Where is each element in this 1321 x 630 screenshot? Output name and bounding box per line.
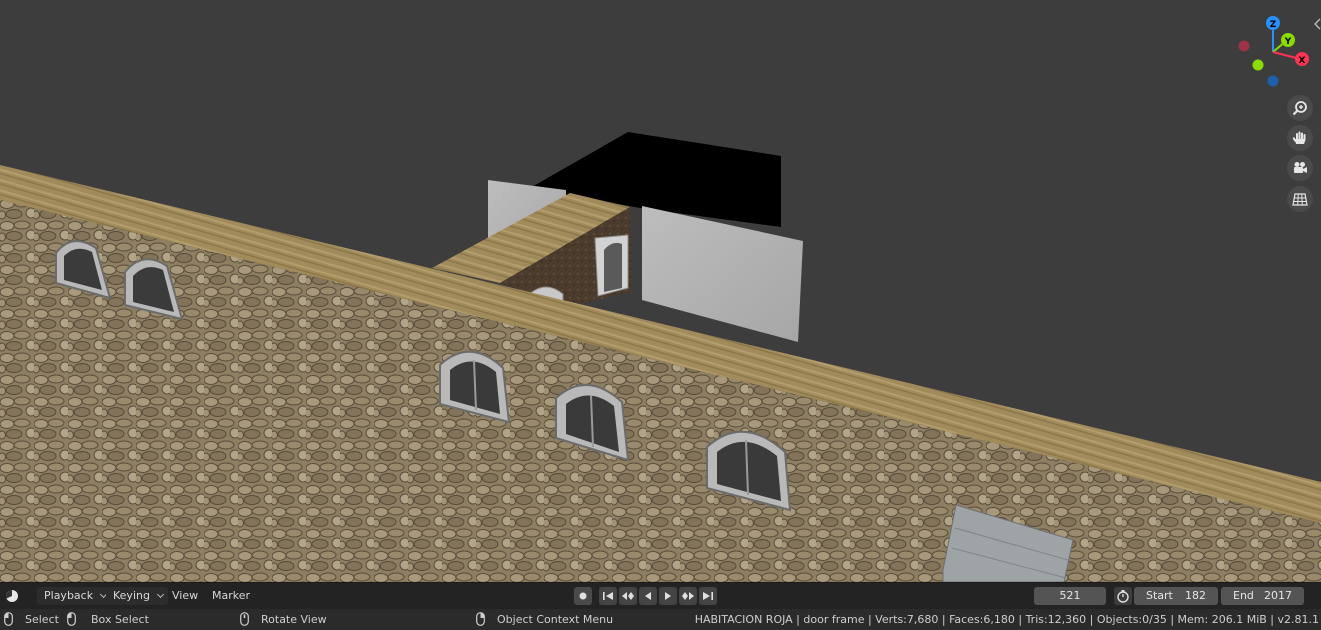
camera-view-button[interactable] [1287,155,1313,181]
next-keyframe-button[interactable] [679,587,697,605]
zoom-icon [1292,101,1307,116]
select-hint: Select [25,613,59,626]
next-keyframe-icon [682,592,694,600]
neg-y-axis-icon[interactable] [1252,59,1264,71]
record-button[interactable] [574,587,592,605]
z-axis-icon[interactable]: Z [1266,16,1280,30]
mouse-middle-click-icon [240,612,249,626]
camera-icon [1294,162,1307,173]
zoom-button[interactable] [1287,95,1313,121]
jump-end-button[interactable] [699,587,717,605]
svg-text:Z: Z [1270,20,1277,30]
current-frame-value: 521 [1059,589,1081,602]
current-frame-field[interactable]: 521 [1034,587,1106,605]
collapse-arrow-icon[interactable] [1314,18,1321,30]
status-bar: Select Box Select Rotate View Object Con… [0,609,1321,630]
end-value: 2017 [1264,589,1292,602]
pan-button[interactable] [1287,125,1313,151]
scene-statistics: HABITACION ROJA | door frame | Verts:7,6… [694,613,1319,626]
neg-z-axis-icon[interactable] [1267,75,1279,87]
rotate-view-hint: Rotate View [261,613,327,626]
stopwatch-icon [1117,590,1129,603]
marker-menu[interactable]: Marker [212,587,250,605]
navigation-gizmo[interactable]: Z Y X [1232,12,1318,92]
svg-text:Y: Y [1284,37,1292,47]
hand-pan-icon [1292,131,1306,144]
playback-label: Playback [44,589,94,602]
mouse-left-click-icon [4,612,13,626]
start-frame-field[interactable]: Start 182 [1134,587,1218,605]
view-label: View [172,589,199,602]
y-axis-icon[interactable]: Y [1281,33,1295,47]
context-menu-hint: Object Context Menu [497,613,614,626]
timeline-header: Playback Keying View Marker 521 Start 18… [0,582,1321,609]
start-value: 182 [1185,589,1206,602]
x-axis-icon[interactable]: X [1295,52,1309,66]
end-frame-field[interactable]: End 2017 [1221,587,1304,605]
play-button[interactable] [659,587,677,605]
mouse-right-click-icon [476,612,485,626]
jump-start-button[interactable] [599,587,617,605]
keying-label: Keying [113,589,150,602]
start-label: Start [1146,589,1173,602]
clock-editor-icon [5,589,18,602]
keying-menu[interactable]: Keying [106,587,168,605]
view-menu[interactable]: View [172,587,198,605]
play-reverse-button[interactable] [639,587,657,605]
playback-menu[interactable]: Playback [37,587,112,605]
marker-label: Marker [212,589,251,602]
record-icon [579,592,587,600]
box-select-hint: Box Select [91,613,149,626]
scene-render [0,132,1321,582]
play-icon [665,592,671,600]
jump-start-icon [603,592,613,600]
jump-end-icon [703,592,713,600]
end-label: End [1233,589,1254,602]
prev-keyframe-icon [622,592,634,600]
svg-text:X: X [1299,56,1306,66]
neg-x-axis-icon[interactable] [1238,40,1250,52]
play-reverse-icon [645,592,651,600]
prev-keyframe-button[interactable] [619,587,637,605]
3d-viewport[interactable]: Z Y X [0,0,1321,582]
mouse-drag-icon [67,612,76,626]
grid-icon [1292,193,1308,206]
use-preview-range-button[interactable] [1114,587,1132,605]
ortho-toggle-button[interactable] [1287,186,1313,212]
